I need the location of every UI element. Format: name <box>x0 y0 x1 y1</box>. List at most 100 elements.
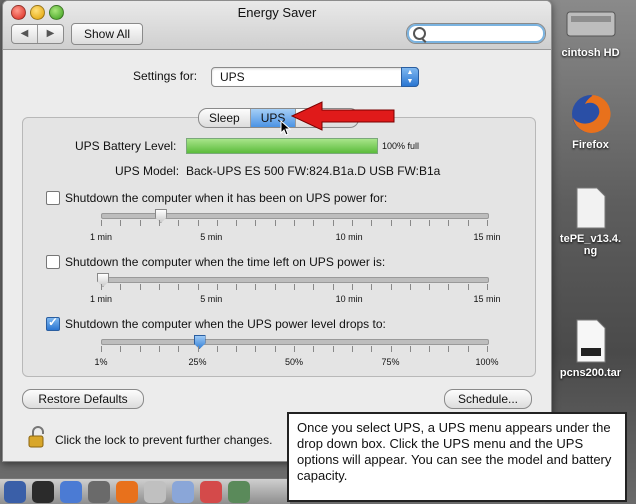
archive-icon <box>576 319 605 363</box>
slider-tick <box>371 284 373 290</box>
slider-tick <box>139 346 141 352</box>
slider-tick <box>390 346 392 352</box>
desktop-item-label: tePE_v13.4. ng <box>559 233 622 257</box>
settings-for-select[interactable]: UPS ▲ ▼ <box>211 67 419 87</box>
slider-tick <box>294 346 295 352</box>
slider-tick-label: 10 min <box>335 232 363 242</box>
battery-level-label: UPS Battery Level: <box>75 139 177 153</box>
slider-tick <box>313 220 315 226</box>
schedule-button[interactable]: Schedule... <box>444 389 532 409</box>
back-arrow-icon[interactable]: ◀ <box>12 25 38 43</box>
slider-tick-label: 15 min <box>473 294 501 304</box>
slider-tick <box>313 346 315 352</box>
slider-tick <box>409 284 411 290</box>
slider-tick <box>178 220 180 226</box>
desktop-item-hd[interactable]: cintosh HD <box>545 4 636 59</box>
slider-tick <box>139 220 141 226</box>
desktop-item-file[interactable]: tePE_v13.4. ng <box>545 186 636 257</box>
back-forward-control: ◀ ▶ <box>11 24 64 44</box>
ups-model-label: UPS Model: <box>115 164 180 178</box>
show-all-button[interactable]: Show All <box>71 23 143 45</box>
checkbox[interactable] <box>46 191 60 205</box>
slider-tick <box>332 346 334 352</box>
desktop-item-label: Firefox <box>572 139 609 151</box>
slider-tick <box>197 346 199 352</box>
desktop-item-label: pcns200.tar <box>559 367 622 379</box>
option-time-left[interactable]: Shutdown the computer when the time left… <box>46 255 385 269</box>
slider-tick <box>351 220 353 226</box>
dock-app-icon[interactable] <box>60 481 82 503</box>
slider-tick <box>158 284 160 290</box>
slider-tick <box>371 346 373 352</box>
option-on-ups-power[interactable]: Shutdown the computer when it has been o… <box>46 191 387 205</box>
slider-tick <box>467 220 469 226</box>
desktop-item-firefox[interactable]: Firefox <box>545 92 636 151</box>
slider-tick <box>255 220 257 226</box>
dock-app-icon[interactable] <box>228 481 250 503</box>
option-label: Shutdown the computer when the UPS power… <box>65 317 386 331</box>
slider-tick <box>178 284 180 290</box>
battery-level-text: 100% full <box>382 141 420 151</box>
slider-tick <box>120 284 122 290</box>
energy-saver-window: Energy Saver ◀ ▶ Show All Settings for: … <box>2 0 552 462</box>
slider-tick <box>429 346 431 352</box>
search-icon <box>413 27 426 40</box>
slider-tick <box>371 220 373 226</box>
option-label: Shutdown the computer when the time left… <box>65 255 386 269</box>
slider-tick <box>467 346 469 352</box>
slider-tick <box>216 284 218 290</box>
dock-app-icon[interactable] <box>172 481 194 503</box>
slider-tick <box>158 346 160 352</box>
dock-app-icon[interactable] <box>116 481 138 503</box>
slider-tick <box>467 284 469 290</box>
slider-tick <box>448 220 450 226</box>
desktop-item-tar[interactable]: pcns200.tar <box>545 318 636 379</box>
slider-on-ups-power[interactable] <box>101 209 489 223</box>
red-arrow-icon <box>290 101 395 131</box>
slider-power-level[interactable] <box>101 335 489 349</box>
hard-drive-icon <box>566 11 615 37</box>
slider-tick <box>120 220 122 226</box>
slider-tick <box>487 284 488 290</box>
slider-tick <box>101 284 102 290</box>
settings-for-label: Settings for: <box>133 69 198 83</box>
ups-model-value: Back-UPS ES 500 FW:824.B1a.D USB FW:B1a <box>186 164 441 178</box>
slider-tick <box>274 220 276 226</box>
slider-tick <box>120 346 122 352</box>
slider-tick-label: 1 min <box>89 294 113 304</box>
slider-tick <box>197 220 199 226</box>
search-input[interactable] <box>406 23 546 44</box>
dock-app-icon[interactable] <box>32 481 54 503</box>
slider-tick <box>236 220 238 226</box>
battery-level-bar <box>186 138 378 154</box>
slider-tick <box>255 346 257 352</box>
slider-ticks <box>101 284 488 290</box>
checkbox[interactable] <box>46 255 60 269</box>
slider-tick <box>294 220 295 226</box>
forward-arrow-icon[interactable]: ▶ <box>38 25 63 43</box>
chevron-updown-icon: ▲ ▼ <box>401 67 419 87</box>
lock-icon[interactable] <box>28 426 46 448</box>
slider-tick <box>101 220 102 226</box>
dock-app-icon[interactable] <box>144 481 166 503</box>
slider-tick-label: 10 min <box>335 294 363 304</box>
slider-tick <box>274 284 276 290</box>
dock-app-icon[interactable] <box>4 481 26 503</box>
slider-time-left[interactable] <box>97 273 489 287</box>
option-power-level[interactable]: Shutdown the computer when the UPS power… <box>46 315 386 331</box>
restore-defaults-button[interactable]: Restore Defaults <box>22 389 144 409</box>
dock-app-icon[interactable] <box>200 481 222 503</box>
slider-tick-label: 100% <box>475 357 499 367</box>
slider-tick <box>236 284 238 290</box>
slider-tick <box>197 284 199 290</box>
checkbox[interactable] <box>46 315 60 331</box>
slider-tick <box>313 284 315 290</box>
dock-app-icon[interactable] <box>88 481 110 503</box>
slider-tick <box>216 220 218 226</box>
tab-sleep[interactable]: Sleep <box>199 109 251 127</box>
settings-for-value: UPS <box>220 70 245 84</box>
slider-tick <box>139 284 141 290</box>
battery-level-fill <box>187 139 377 153</box>
window-title: Energy Saver <box>237 5 317 20</box>
lock-text: Click the lock to prevent further change… <box>55 433 273 447</box>
